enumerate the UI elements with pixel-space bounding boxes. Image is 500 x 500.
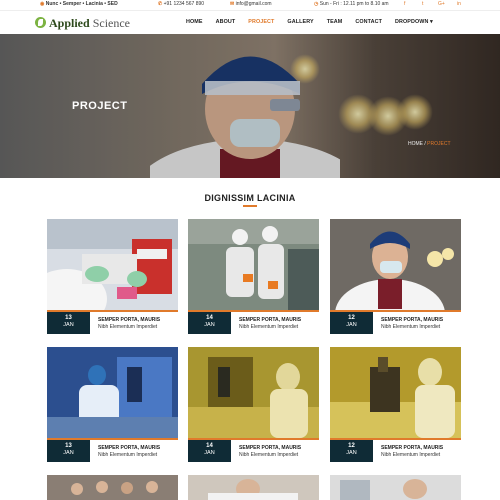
project-card[interactable] — [330, 475, 461, 500]
mail-icon: ✉ — [230, 1, 235, 7]
main-menu: HOME ABOUT PROJECT GALLERY TEAM CONTACT … — [186, 19, 446, 25]
project-image-lab-pipette[interactable] — [47, 219, 178, 310]
project-image-lab-coat[interactable] — [188, 475, 319, 500]
brand-name-rest: Science — [89, 16, 130, 30]
nav-team[interactable]: TEAM — [327, 19, 343, 25]
card-subtitle: Nibh Elementum Imperdiet — [98, 324, 158, 330]
project-image-blue-lab[interactable] — [47, 347, 178, 438]
date-badge: 14 JAN — [188, 440, 231, 462]
project-image-yellow-cleanroom[interactable] — [188, 347, 319, 438]
date-day: 13 — [65, 315, 72, 321]
phone-text[interactable]: +91 1234 567 890 — [164, 1, 204, 7]
project-image-team[interactable] — [47, 475, 178, 500]
google-plus-icon[interactable]: G+ — [438, 1, 445, 7]
card-meta: 12 JAN SEMPER PORTA, MAURIS Nibh Elementu… — [330, 312, 461, 334]
card-subtitle: Nibh Elementum Imperdiet — [381, 452, 441, 458]
nav-home[interactable]: HOME — [186, 19, 203, 25]
project-card[interactable]: 12 JAN SEMPER PORTA, MAURIS Nibh Elementu… — [330, 219, 461, 334]
twitter-icon[interactable]: t — [422, 1, 423, 7]
breadcrumb: HOME / PROJECT — [408, 141, 451, 147]
phone-icon: ✆ — [158, 1, 163, 7]
card-meta: 12 JAN SEMPER PORTA, MAURIS Nibh Elementu… — [330, 440, 461, 462]
date-badge: 13 JAN — [47, 312, 90, 334]
date-badge: 12 JAN — [330, 312, 373, 334]
email-info: ✉ info@gmail.com — [230, 1, 272, 7]
address-info: ◉ Nunc • Semper • Lacinia • SED — [40, 1, 118, 7]
project-card[interactable]: 14 JAN SEMPER PORTA, MAURIS Nibh Elementu… — [188, 219, 319, 334]
date-day: 14 — [206, 315, 213, 321]
breadcrumb-home[interactable]: HOME — [408, 141, 423, 147]
date-month: JAN — [204, 322, 215, 328]
top-info-bar: ◉ Nunc • Semper • Lacinia • SED ✆ +91 12… — [0, 0, 500, 9]
nav-about[interactable]: ABOUT — [216, 19, 236, 25]
project-card[interactable]: 12 JAN SEMPER PORTA, MAURIS Nibh Elementu… — [330, 347, 461, 462]
project-image-lab-equipment[interactable] — [330, 475, 461, 500]
project-image-scientist-microscope[interactable] — [330, 219, 461, 310]
project-card[interactable]: 14 JAN SEMPER PORTA, MAURIS Nibh Elementu… — [188, 347, 319, 462]
card-meta: 14 JAN SEMPER PORTA, MAURIS Nibh Elementu… — [188, 312, 319, 334]
date-month: JAN — [346, 322, 357, 328]
hero-banner: PROJECT HOME / PROJECT — [0, 34, 500, 178]
date-month: JAN — [346, 450, 357, 456]
linkedin-icon[interactable]: in — [457, 1, 461, 7]
date-badge: 12 JAN — [330, 440, 373, 462]
address-text: Nunc • Semper • Lacinia • SED — [45, 1, 118, 7]
main-navbar: Applied Science HOME ABOUT PROJECT GALLE… — [0, 10, 500, 34]
page-title: PROJECT — [72, 100, 128, 112]
project-card[interactable] — [188, 475, 319, 500]
nav-contact[interactable]: CONTACT — [355, 19, 382, 25]
date-badge: 14 JAN — [188, 312, 231, 334]
breadcrumb-current: PROJECT — [427, 141, 451, 147]
nav-gallery[interactable]: GALLERY — [287, 19, 313, 25]
card-meta: 13 JAN SEMPER PORTA, MAURIS Nibh Elementu… — [47, 440, 178, 462]
date-day: 14 — [206, 443, 213, 449]
date-month: JAN — [63, 450, 74, 456]
facebook-icon[interactable]: f — [404, 1, 405, 7]
date-month: JAN — [204, 450, 215, 456]
project-card[interactable]: 13 JAN SEMPER PORTA, MAURIS Nibh Elementu… — [47, 347, 178, 462]
nav-dropdown[interactable]: DROPDOWN ▾ — [395, 19, 433, 25]
section-title-underline — [243, 205, 257, 207]
hours-text: Sun - Fri : 12.11 pm to 8.10 am — [319, 1, 389, 7]
hours-info: ◷ Sun - Fri : 12.11 pm to 8.10 am — [314, 1, 389, 7]
section-title: DIGNISSIM LACINIA — [204, 193, 296, 203]
date-day: 13 — [65, 443, 72, 449]
card-meta: 14 JAN SEMPER PORTA, MAURIS Nibh Elementu… — [188, 440, 319, 462]
card-subtitle: Nibh Elementum Imperdiet — [381, 324, 441, 330]
card-title[interactable]: SEMPER PORTA, MAURIS — [98, 445, 160, 451]
project-card[interactable]: 13 JAN SEMPER PORTA, MAURIS Nibh Elementu… — [47, 219, 178, 334]
card-title[interactable]: SEMPER PORTA, MAURIS — [381, 317, 443, 323]
card-subtitle: Nibh Elementum Imperdiet — [98, 452, 158, 458]
phone-info: ✆ +91 1234 567 890 — [158, 1, 204, 7]
card-subtitle: Nibh Elementum Imperdiet — [239, 452, 299, 458]
location-icon: ◉ — [40, 1, 45, 7]
project-image-yellow-microscope[interactable] — [330, 347, 461, 438]
brand-logo[interactable]: Applied Science — [49, 16, 130, 31]
card-title[interactable]: SEMPER PORTA, MAURIS — [381, 445, 443, 451]
date-day: 12 — [348, 315, 355, 321]
card-title[interactable]: SEMPER PORTA, MAURIS — [239, 317, 301, 323]
project-card[interactable] — [47, 475, 178, 500]
date-month: JAN — [63, 322, 74, 328]
date-badge: 13 JAN — [47, 440, 90, 462]
project-image-factory-workers[interactable] — [188, 219, 319, 310]
card-subtitle: Nibh Elementum Imperdiet — [239, 324, 299, 330]
clock-icon: ◷ — [314, 1, 319, 7]
card-meta: 13 JAN SEMPER PORTA, MAURIS Nibh Elementu… — [47, 312, 178, 334]
email-link[interactable]: info@gmail.com — [236, 1, 272, 7]
card-title[interactable]: SEMPER PORTA, MAURIS — [239, 445, 301, 451]
date-day: 12 — [348, 443, 355, 449]
leaf-logo-icon[interactable] — [35, 17, 46, 28]
nav-project[interactable]: PROJECT — [248, 19, 274, 25]
brand-name-bold: Applied — [49, 16, 90, 30]
card-title[interactable]: SEMPER PORTA, MAURIS — [98, 317, 160, 323]
